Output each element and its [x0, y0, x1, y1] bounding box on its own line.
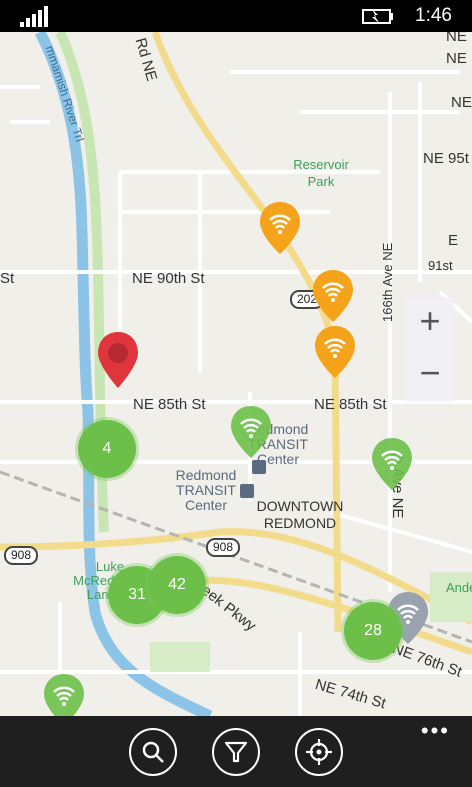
wifi-hotspot-pin-orange[interactable] [313, 324, 357, 380]
reservoir-park-label: Reservoir Park [293, 157, 349, 189]
street-label: E [448, 232, 459, 249]
map-view[interactable]: Rd NE mmamish River Trl NE 90th St NE 85… [0, 32, 472, 716]
downtown-label: DOWNTOWN REDMOND [256, 498, 344, 531]
park-label: Ande [446, 580, 472, 595]
locate-icon [306, 739, 332, 765]
hotspot-cluster[interactable]: 4 [78, 420, 136, 478]
locate-me-button[interactable] [295, 728, 343, 776]
wifi-hotspot-pin-orange[interactable] [311, 268, 355, 324]
search-button[interactable] [129, 728, 177, 776]
street-label: 166th Ave NE [380, 242, 395, 322]
street-label: NE 85th St [314, 396, 387, 413]
street-label: NE [446, 50, 467, 67]
transit-center-label: Redmond TRANSIT Center [175, 467, 237, 513]
signal-strength-icon [20, 6, 48, 27]
more-options-button[interactable]: ••• [421, 718, 450, 744]
selected-location-pin[interactable] [96, 330, 140, 390]
clock-time: 1:46 [415, 5, 452, 26]
street-label: St [0, 270, 15, 287]
hotspot-cluster[interactable]: 42 [148, 556, 206, 614]
hotspot-cluster[interactable]: 28 [344, 602, 402, 660]
street-label: NE [446, 32, 467, 45]
highway-shield: 908 [206, 538, 241, 557]
street-label: NE [451, 94, 472, 111]
search-icon [142, 741, 164, 763]
zoom-out-button[interactable]: − [406, 349, 454, 401]
battery-charging-icon [362, 9, 393, 24]
street-label: NE 95t [423, 150, 469, 167]
filter-button[interactable] [212, 728, 260, 776]
filter-icon [224, 741, 248, 763]
wifi-hotspot-pin-green[interactable] [229, 404, 273, 460]
wifi-hotspot-pin-green[interactable] [370, 436, 414, 492]
status-bar: 1:46 [0, 0, 472, 32]
zoom-controls: + − [406, 297, 454, 401]
app-bar: ••• [0, 716, 472, 787]
wifi-hotspot-pin-orange[interactable] [258, 200, 302, 256]
zoom-in-button[interactable]: + [406, 297, 454, 349]
bus-icon [240, 484, 254, 498]
street-label: 91st [428, 258, 453, 273]
street-label: NE 90th St [132, 270, 205, 287]
highway-shield: 908 [4, 546, 39, 565]
street-label: NE 85th St [133, 396, 206, 413]
wifi-hotspot-pin-green[interactable] [42, 672, 86, 716]
bus-icon [252, 460, 266, 474]
